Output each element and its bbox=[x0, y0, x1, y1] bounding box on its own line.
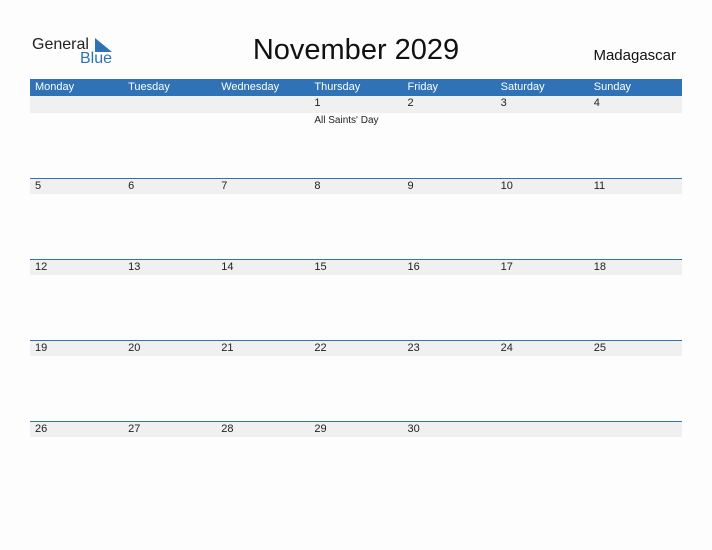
day-number: 15 bbox=[314, 261, 327, 273]
day-event bbox=[123, 194, 216, 196]
day-event bbox=[403, 194, 496, 196]
date-bar: 5 6 7 8 9 10 11 bbox=[30, 178, 682, 194]
day-event bbox=[589, 356, 682, 358]
day-event bbox=[496, 437, 589, 439]
day-event bbox=[403, 275, 496, 277]
weekday-header: Monday Tuesday Wednesday Thursday Friday… bbox=[30, 79, 682, 96]
day-event: All Saints' Day bbox=[314, 115, 379, 126]
day-number: 3 bbox=[500, 97, 507, 109]
day-event bbox=[123, 275, 216, 277]
day-event bbox=[30, 113, 123, 126]
week-row: 12 13 14 15 16 17 18 bbox=[30, 259, 682, 340]
day-number bbox=[30, 96, 123, 113]
day-event bbox=[309, 437, 402, 439]
day-event bbox=[309, 275, 402, 277]
day-event bbox=[216, 194, 309, 196]
day-event bbox=[403, 113, 496, 126]
day-event bbox=[216, 113, 309, 126]
day-number: 4 bbox=[593, 97, 600, 109]
day-number: 7 bbox=[221, 180, 228, 192]
day-event bbox=[123, 356, 216, 358]
week-row: 19 20 21 22 23 24 25 bbox=[30, 340, 682, 421]
day-number: 1 bbox=[314, 97, 321, 109]
day-number: 26 bbox=[35, 423, 48, 435]
day-number: 18 bbox=[593, 261, 606, 273]
weekday-tuesday: Tuesday bbox=[128, 81, 170, 93]
day-number: 28 bbox=[221, 423, 234, 435]
day-event bbox=[30, 356, 123, 358]
day-number bbox=[123, 96, 216, 113]
day-number: 30 bbox=[407, 423, 420, 435]
day-number: 22 bbox=[314, 342, 327, 354]
day-event bbox=[30, 275, 123, 277]
day-number: 11 bbox=[593, 180, 606, 192]
day-number: 23 bbox=[407, 342, 420, 354]
day-event bbox=[216, 275, 309, 277]
week-row: 5 6 7 8 9 10 11 bbox=[30, 178, 682, 259]
day-event bbox=[496, 275, 589, 277]
day-number: 10 bbox=[500, 180, 513, 192]
date-bar: 12 13 14 15 16 17 18 bbox=[30, 259, 682, 275]
day-event bbox=[216, 437, 309, 439]
day-number bbox=[216, 96, 309, 113]
day-number: 24 bbox=[500, 342, 513, 354]
weekday-saturday: Saturday bbox=[500, 81, 545, 93]
weekday-friday: Friday bbox=[407, 81, 439, 93]
events-area bbox=[30, 356, 682, 358]
day-event bbox=[496, 356, 589, 358]
day-event bbox=[30, 194, 123, 196]
day-event bbox=[403, 356, 496, 358]
day-number: 12 bbox=[35, 261, 48, 273]
day-number: 14 bbox=[221, 261, 234, 273]
day-event bbox=[403, 437, 496, 439]
date-bar: 19 20 21 22 23 24 25 bbox=[30, 340, 682, 356]
weekday-monday: Monday bbox=[35, 81, 75, 93]
day-number: 16 bbox=[407, 261, 420, 273]
day-number: 6 bbox=[128, 180, 135, 192]
day-number: 17 bbox=[500, 261, 513, 273]
day-number: 19 bbox=[35, 342, 48, 354]
day-event bbox=[123, 113, 216, 126]
date-bar: 1 2 3 4 bbox=[30, 96, 682, 113]
day-event bbox=[496, 113, 589, 126]
day-number: 25 bbox=[593, 342, 606, 354]
day-number: 8 bbox=[314, 180, 321, 192]
day-number: 29 bbox=[314, 423, 327, 435]
day-number bbox=[496, 422, 589, 437]
week-row: 26 27 28 29 30 bbox=[30, 421, 682, 502]
events-area bbox=[30, 275, 682, 277]
weekday-wednesday: Wednesday bbox=[221, 81, 280, 93]
date-bar: 26 27 28 29 30 bbox=[30, 421, 682, 437]
day-event bbox=[123, 437, 216, 439]
events-area: All Saints' Day bbox=[30, 113, 682, 126]
day-event bbox=[589, 275, 682, 277]
day-number: 27 bbox=[128, 423, 141, 435]
events-area bbox=[30, 437, 682, 439]
events-area bbox=[30, 194, 682, 196]
day-event bbox=[589, 437, 682, 439]
day-event bbox=[496, 194, 589, 196]
day-event bbox=[216, 356, 309, 358]
day-event bbox=[309, 356, 402, 358]
day-number: 13 bbox=[128, 261, 141, 273]
day-event bbox=[309, 194, 402, 196]
day-number: 9 bbox=[407, 180, 414, 192]
country-label: Madagascar bbox=[593, 47, 676, 64]
day-number: 5 bbox=[35, 180, 42, 192]
week-row: 1 2 3 4 All Saints' Day bbox=[30, 96, 682, 177]
weekday-sunday: Sunday bbox=[593, 81, 632, 93]
day-event bbox=[589, 194, 682, 196]
day-number: 20 bbox=[128, 342, 141, 354]
weekday-thursday: Thursday bbox=[314, 81, 361, 93]
day-event bbox=[30, 437, 123, 439]
day-event bbox=[589, 113, 682, 126]
day-number bbox=[589, 422, 682, 437]
day-number: 2 bbox=[407, 97, 414, 109]
day-number: 21 bbox=[221, 342, 234, 354]
